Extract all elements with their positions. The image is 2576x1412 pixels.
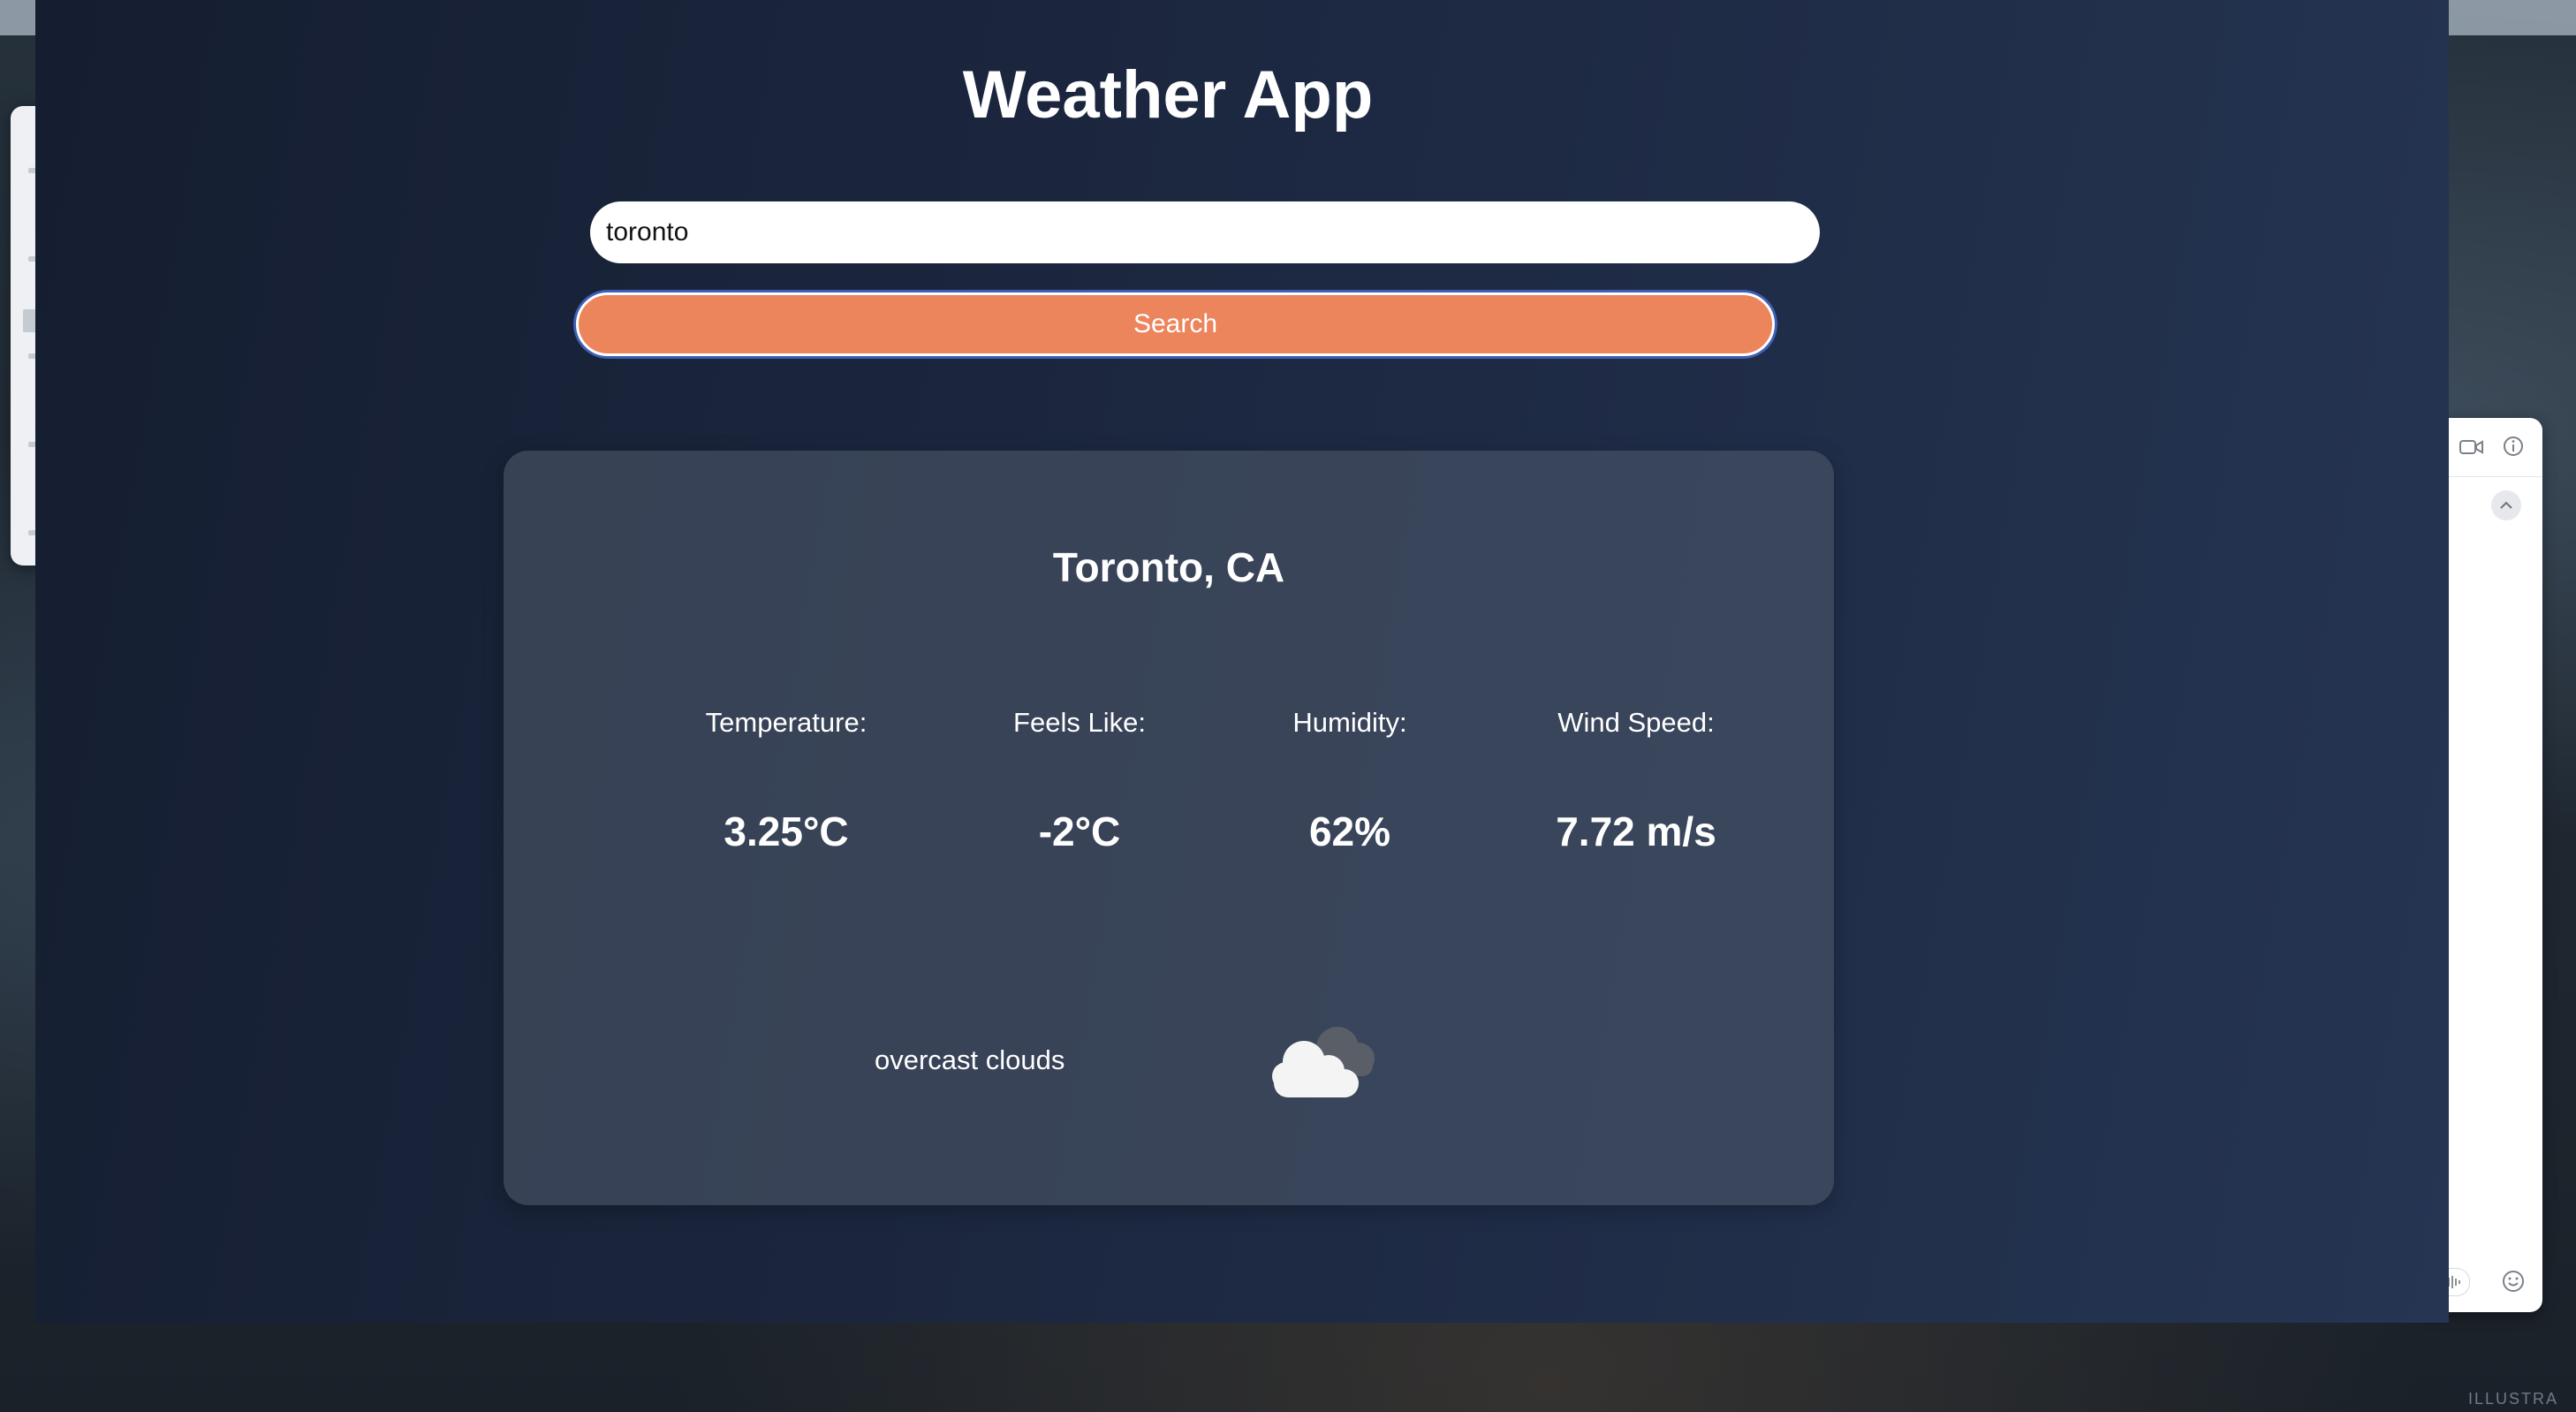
feels-like-label: Feels Like:: [1013, 707, 1146, 738]
app-title: Weather App: [962, 57, 1374, 133]
weather-app-window: Weather App Search Toronto, CA Temperatu…: [35, 0, 2449, 1323]
weather-card: Toronto, CA Temperature: 3.25°C Feels Li…: [504, 451, 1834, 1205]
video-call-icon[interactable]: [2459, 437, 2484, 460]
city-name: Toronto, CA: [1052, 544, 1285, 590]
feels-like-metric: Feels Like: -2°C: [947, 707, 1212, 855]
temperature-metric: Temperature: 3.25°C: [654, 707, 919, 855]
search-button[interactable]: Search: [576, 292, 1775, 356]
feels-like-value: -2°C: [1038, 808, 1121, 854]
humidity-label: Humidity:: [1292, 707, 1407, 738]
humidity-metric: Humidity: 62%: [1217, 707, 1482, 855]
wind-speed-value: 7.72 m/s: [1556, 808, 1716, 854]
weather-description: overcast clouds: [875, 1044, 1065, 1075]
city-search-input[interactable]: [590, 201, 1820, 263]
temperature-label: Temperature:: [705, 707, 868, 738]
scroll-up-icon[interactable]: [2491, 490, 2521, 520]
emoji-icon[interactable]: [2502, 1270, 2525, 1296]
overcast-clouds-icon: [1261, 1016, 1385, 1105]
wind-speed-label: Wind Speed:: [1557, 707, 1715, 738]
temperature-value: 3.25°C: [724, 808, 849, 854]
wind-speed-metric: Wind Speed: 7.72 m/s: [1504, 707, 1769, 855]
humidity-value: 62%: [1308, 808, 1391, 854]
info-icon[interactable]: [2503, 436, 2524, 460]
desktop-caption: ILLUSTRA: [2467, 1390, 2558, 1408]
